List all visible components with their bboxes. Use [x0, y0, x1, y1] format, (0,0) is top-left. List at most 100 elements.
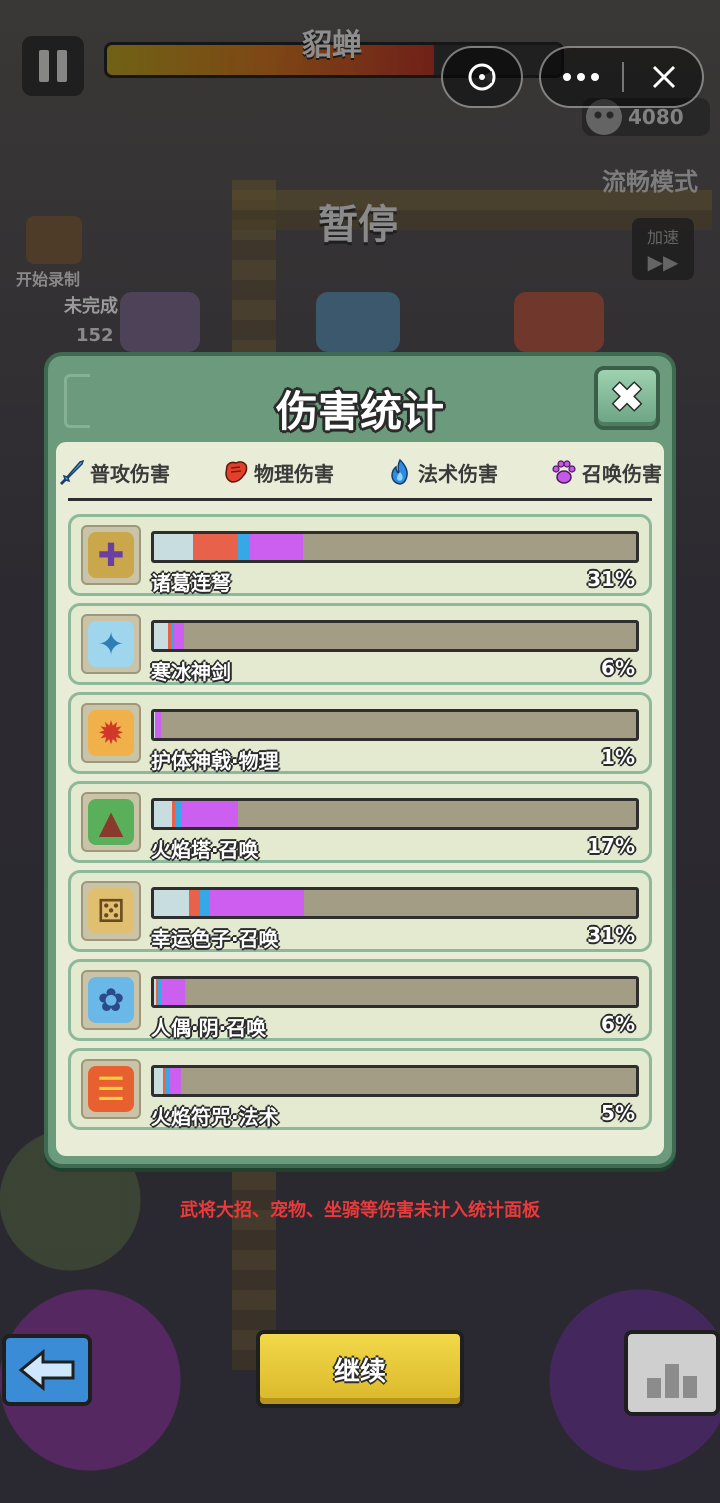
bar-segment-phys	[189, 890, 200, 916]
dialog-title: 伤害统计	[275, 387, 444, 436]
legend-label: 物理伤害	[254, 461, 334, 486]
legend-label: 普攻伤害	[90, 461, 170, 486]
dialog-close-button[interactable]: ✖	[594, 366, 660, 430]
dialog-content: 普攻伤害 物理伤害 法术伤害 召唤伤害 ✚ 诸葛连弩 31% ✦ 寒冰神剑 6%…	[56, 442, 664, 1156]
close-mini-program-button[interactable]	[625, 48, 703, 106]
record-label[interactable]: 开始录制	[16, 266, 80, 290]
damage-percent: 31%	[587, 567, 635, 591]
unfinished-label: 未完成	[64, 296, 118, 317]
damage-row: ✚ 诸葛连弩 31%	[68, 514, 652, 596]
weapon-slot-ice-sword	[316, 292, 400, 352]
damage-stats-dialog: 伤害统计 ✖ 普攻伤害 物理伤害 法术伤害 召唤伤害 ✚ 诸葛连弩 31% ✦ …	[44, 352, 676, 1168]
bar-segment-summon	[170, 1068, 181, 1094]
bar-segment-summon	[160, 979, 185, 1005]
bar-segment-basic	[154, 890, 190, 916]
weapon-name: 护体神戟·物理	[151, 749, 279, 773]
mini-program-home-button[interactable]	[441, 46, 523, 108]
damage-bar	[151, 531, 639, 563]
close-icon: ✖	[610, 375, 644, 421]
legend-label: 法术伤害	[418, 461, 498, 486]
damage-row: ✦ 寒冰神剑 6%	[68, 603, 652, 685]
damage-bar	[151, 887, 639, 919]
kill-count: 4080	[628, 105, 684, 129]
camera-icon[interactable]	[26, 216, 82, 264]
damage-list: ✚ 诸葛连弩 31% ✦ 寒冰神剑 6% ✹ 护体神戟·物理 1% ▲ 火焰塔·召唤 17% ⚄ 幸运色子…	[68, 514, 652, 1137]
legend-divider	[68, 498, 652, 501]
damage-bar	[151, 620, 639, 652]
damage-percent: 6%	[601, 656, 635, 680]
weapon-name: 火焰符咒·法术	[151, 1105, 279, 1129]
continue-button[interactable]: 继续	[256, 1330, 464, 1408]
weapon-slot-halberd	[514, 292, 604, 352]
bar-segment-magic	[199, 890, 211, 916]
capsule-divider	[622, 62, 624, 92]
legend-magic: 法术伤害	[386, 458, 498, 487]
bar-segment-basic	[154, 1068, 163, 1094]
damage-bar	[151, 709, 639, 741]
smooth-mode-label[interactable]: 流畅模式	[602, 162, 698, 197]
damage-bar	[151, 1065, 639, 1097]
pause-button[interactable]	[22, 36, 84, 96]
back-button[interactable]	[2, 1334, 92, 1406]
legend-physical: 物理伤害	[222, 458, 334, 487]
dice-icon: ⚄	[81, 881, 141, 941]
sword-icon	[59, 459, 85, 486]
bar-segment-phys	[192, 534, 239, 560]
damage-percent: 31%	[587, 923, 635, 947]
weapon-name: 诸葛连弩	[151, 571, 231, 595]
halberd-icon: ✹	[81, 703, 141, 763]
damage-percent: 1%	[601, 745, 635, 769]
weapon-name: 幸运色子·召唤	[151, 927, 279, 951]
rank-bar-icon	[683, 1376, 697, 1398]
more-button[interactable]	[541, 48, 621, 106]
damage-row: ✿ 人偶·阴·召唤 6%	[68, 959, 652, 1041]
damage-percent: 5%	[601, 1101, 635, 1125]
damage-row: ☰ 火焰符咒·法术 5%	[68, 1048, 652, 1130]
legend-label: 召唤伤害	[582, 461, 662, 486]
bar-segment-basic	[154, 801, 173, 827]
continue-label: 继续	[333, 1356, 386, 1387]
speed-button[interactable]: 加速 ▶▶	[632, 218, 694, 280]
boss-name: 貂蝉	[302, 28, 362, 63]
paw-icon	[552, 460, 576, 484]
stats-note: 武将大招、宠物、坐骑等伤害未计入统计面板	[180, 1200, 540, 1221]
weapon-name: 人偶·阴·召唤	[151, 1016, 267, 1040]
crossbow-icon: ✚	[81, 525, 141, 585]
fist-icon	[225, 461, 248, 483]
arrow-left-icon	[18, 1348, 75, 1392]
bar-segment-summon	[210, 890, 305, 916]
fast-forward-icon: ▶▶	[647, 250, 679, 274]
ranking-button[interactable]	[624, 1330, 720, 1416]
talisman-icon: ☰	[81, 1059, 141, 1119]
bar-segment-summon	[180, 801, 239, 827]
weapon-slot-crossbow	[120, 292, 200, 352]
damage-legend: 普攻伤害 物理伤害 法术伤害 召唤伤害	[56, 450, 664, 494]
rank-bar-icon	[665, 1364, 679, 1398]
damage-bar	[151, 798, 639, 830]
close-icon	[652, 65, 676, 89]
weapon-name: 火焰塔·召唤	[151, 838, 259, 862]
weapon-name: 寒冰神剑	[151, 660, 231, 684]
bar-segment-magic	[238, 534, 251, 560]
flame-icon	[391, 458, 408, 485]
damage-percent: 6%	[601, 1012, 635, 1036]
home-icon	[443, 48, 521, 106]
bar-segment-basic	[154, 534, 193, 560]
ice-sword-icon: ✦	[81, 614, 141, 674]
mini-program-capsule	[539, 46, 704, 108]
damage-row: ▲ 火焰塔·召唤 17%	[68, 781, 652, 863]
bar-segment-basic	[154, 623, 169, 649]
speed-label: 加速	[646, 228, 679, 247]
bar-segment-summon	[155, 712, 162, 738]
damage-percent: 17%	[587, 834, 635, 858]
pause-title: 暂停	[318, 202, 398, 248]
count-value: 152	[76, 325, 114, 346]
bar-segment-summon	[173, 623, 185, 649]
legend-summon: 召唤伤害	[550, 458, 662, 487]
damage-bar	[151, 976, 639, 1008]
rank-bar-icon	[647, 1378, 661, 1398]
legend-basic-attack: 普攻伤害	[58, 458, 170, 487]
bar-segment-summon	[250, 534, 304, 560]
damage-row: ✹ 护体神戟·物理 1%	[68, 692, 652, 774]
damage-row: ⚄ 幸运色子·召唤 31%	[68, 870, 652, 952]
